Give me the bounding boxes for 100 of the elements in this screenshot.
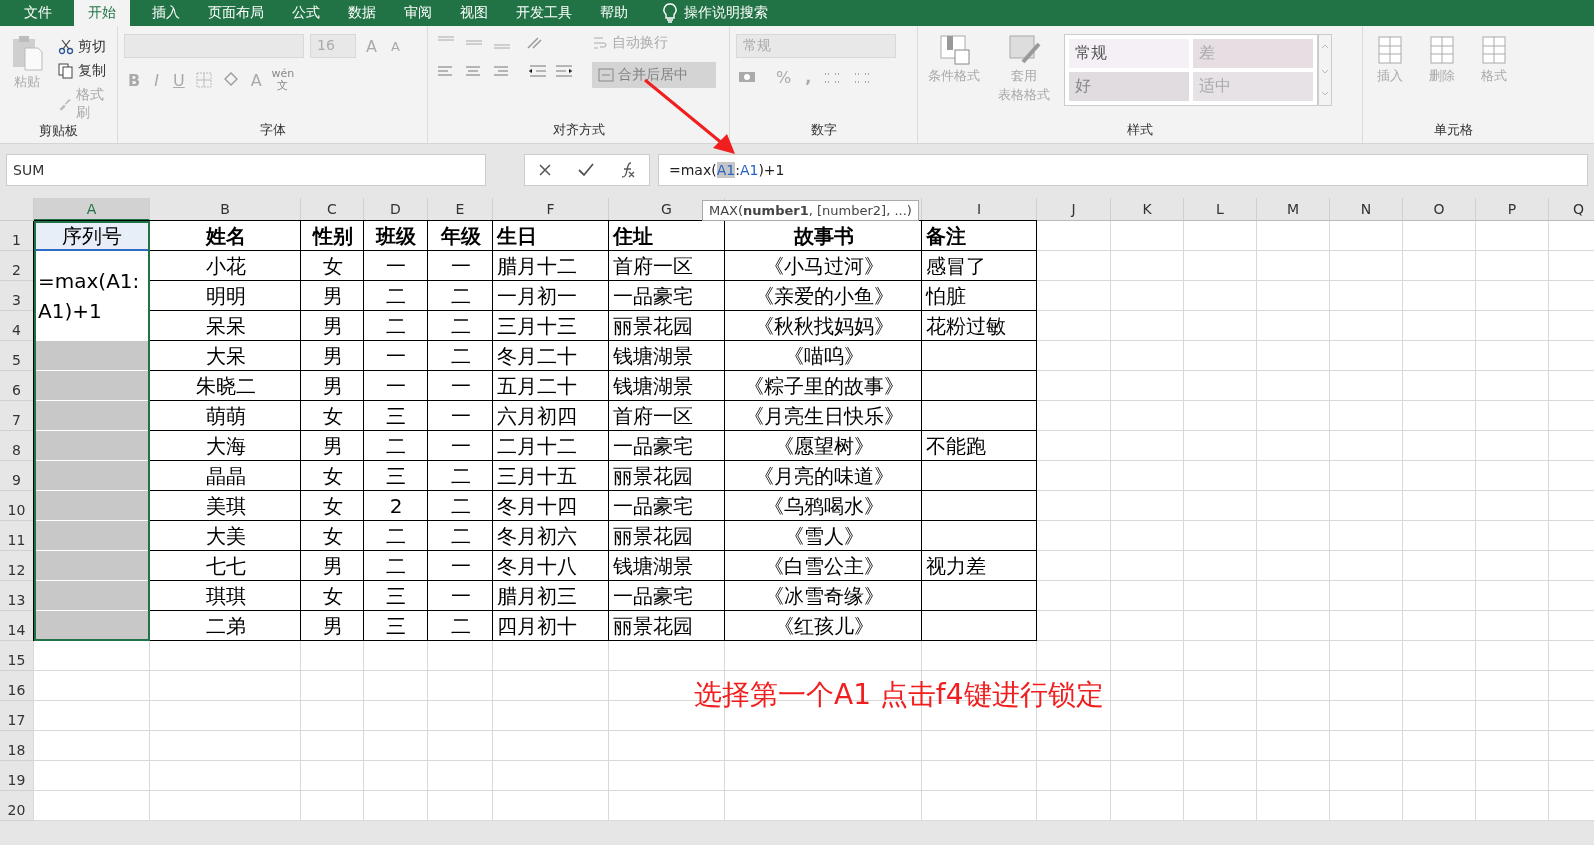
cell-style-item[interactable]: 常规 <box>1069 39 1189 68</box>
table-cell-text: 二 <box>449 463 472 490</box>
table-cell-text: 二弟 <box>204 613 247 640</box>
ribbon-tab[interactable]: 审阅 <box>390 0 446 26</box>
row-header[interactable]: 12 <box>0 551 34 581</box>
formula-field[interactable]: =max(A1:A1)+1 <box>658 154 1588 186</box>
ribbon-tab[interactable]: 页面布局 <box>194 0 278 26</box>
selected-cell[interactable] <box>34 551 149 581</box>
table-header-cell-text: 故事书 <box>792 223 855 250</box>
row-header[interactable]: 10 <box>0 491 34 521</box>
selected-cell[interactable] <box>34 371 149 401</box>
column-header[interactable]: E <box>428 198 493 221</box>
check-icon[interactable] <box>577 162 595 178</box>
ribbon-tab[interactable]: 视图 <box>446 0 502 26</box>
table-icon <box>937 34 971 66</box>
row-header[interactable]: 14 <box>0 611 34 641</box>
column-header[interactable]: P <box>1476 198 1549 221</box>
table-cell-text: 首府一区 <box>612 253 694 280</box>
group-title: 数字 <box>809 121 838 139</box>
ribbon-tab[interactable]: 开始 <box>74 0 130 26</box>
gallery-scrollbar[interactable] <box>1318 34 1332 106</box>
table-cell-text: 二 <box>385 523 407 550</box>
column-header[interactable]: N <box>1330 198 1403 221</box>
table-cell-text: 四月初十 <box>496 613 578 640</box>
row-header[interactable]: 5 <box>0 341 34 371</box>
selected-cell[interactable] <box>34 401 149 431</box>
row-header[interactable]: 9 <box>0 461 34 491</box>
row-header[interactable]: 7 <box>0 401 34 431</box>
table-cell-text: 二 <box>449 523 472 550</box>
table-cell-text: 男 <box>321 613 344 640</box>
ribbon-tab[interactable]: 帮助 <box>586 0 642 26</box>
column-header[interactable]: L <box>1184 198 1257 221</box>
row-header[interactable]: 8 <box>0 431 34 461</box>
table-header-cell-text: 年级 <box>439 223 482 250</box>
row-header[interactable]: 18 <box>0 731 34 761</box>
column-header[interactable]: Q <box>1549 198 1594 221</box>
cut-button[interactable]: 剪切 <box>58 38 111 56</box>
row-header[interactable]: 11 <box>0 521 34 551</box>
selected-cell[interactable] <box>34 491 149 521</box>
table-cell-text: 钱塘湖景 <box>612 373 694 400</box>
row-header[interactable]: 16 <box>0 671 34 701</box>
table-cell-text: 男 <box>321 343 344 370</box>
active-cell[interactable]: 序列号 <box>34 221 150 251</box>
row-header[interactable]: 6 <box>0 371 34 401</box>
column-header[interactable]: D <box>364 198 428 221</box>
ribbon-tab[interactable]: 插入 <box>138 0 194 26</box>
table-cell-text: 男 <box>321 553 344 580</box>
column-header[interactable]: A <box>34 198 150 221</box>
ribbon-tab[interactable]: 开发工具 <box>502 0 586 26</box>
group-title: 剪贴板 <box>38 122 79 140</box>
column-header[interactable]: K <box>1111 198 1184 221</box>
row-header[interactable]: 19 <box>0 761 34 791</box>
row-header[interactable]: 2 <box>0 251 34 281</box>
column-header[interactable]: O <box>1403 198 1476 221</box>
function-icon[interactable] <box>619 161 637 179</box>
row-header[interactable]: 13 <box>0 581 34 611</box>
table-cell-text: 丽景花园 <box>612 313 694 340</box>
column-header[interactable]: F <box>493 198 609 221</box>
tell-me-search[interactable]: 操作说明搜索 <box>684 4 768 22</box>
ribbon-tab[interactable]: 公式 <box>278 0 334 26</box>
selected-cell[interactable] <box>34 611 149 641</box>
table-cell-text: 腊月初三 <box>496 583 578 610</box>
group-title: 单元格 <box>1432 121 1474 139</box>
row-header[interactable]: 20 <box>0 791 34 821</box>
row-header[interactable]: 17 <box>0 701 34 731</box>
lightbulb-icon[interactable] <box>662 3 678 23</box>
selected-cell[interactable] <box>34 341 149 371</box>
column-header[interactable]: C <box>301 198 364 221</box>
selected-cell[interactable] <box>34 461 149 491</box>
table-cell-text: 女 <box>321 463 344 490</box>
table-cell-text: 冬月十四 <box>496 493 578 520</box>
font-name-field[interactable] <box>124 34 304 58</box>
table-header-cell-text: 备注 <box>925 223 967 250</box>
table-cell-text: 明明 <box>204 283 247 310</box>
table-cell-text: 小花 <box>204 253 247 280</box>
table-cell-text: 男 <box>321 283 344 310</box>
table-cell-text: 《小马过河》 <box>762 253 885 280</box>
ribbon-tab[interactable]: 文件 <box>10 0 66 26</box>
name-box[interactable]: SUM <box>6 154 486 186</box>
selected-cell[interactable] <box>34 581 149 611</box>
row-header[interactable]: 15 <box>0 641 34 671</box>
column-header[interactable]: M <box>1257 198 1330 221</box>
row-header[interactable]: 1 <box>0 221 34 251</box>
row-header[interactable]: 4 <box>0 311 34 341</box>
table-cell-text: 《月亮生日快乐》 <box>742 403 905 430</box>
column-header[interactable]: B <box>150 198 301 221</box>
brush-icon <box>58 96 72 112</box>
ribbon-tab[interactable]: 数据 <box>334 0 390 26</box>
cancel-icon[interactable] <box>537 162 553 178</box>
table-cell-text: 三 <box>385 583 407 610</box>
table-cell-text: 一品豪宅 <box>612 433 694 460</box>
column-header[interactable]: I <box>922 198 1037 221</box>
table-cell-text: 花粉过敏 <box>925 313 1007 340</box>
row-header[interactable]: 3 <box>0 281 34 311</box>
table-cell-text: 三月十五 <box>496 463 578 490</box>
table-cell-text: 《粽子里的故事》 <box>742 373 905 400</box>
selected-cell[interactable] <box>34 521 149 551</box>
copy-button[interactable]: 复制 <box>58 62 111 80</box>
column-header[interactable]: J <box>1037 198 1111 221</box>
selected-cell[interactable] <box>34 431 149 461</box>
